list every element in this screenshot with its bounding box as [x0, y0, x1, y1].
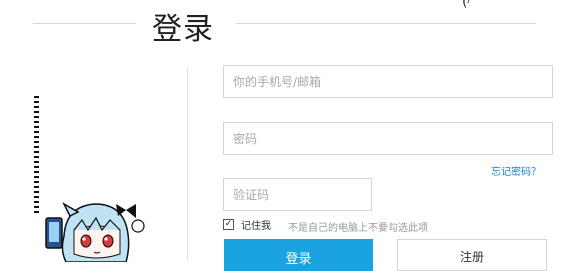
remember-label: 记住我: [241, 221, 271, 232]
phone-email-placeholder: 你的手机号/邮箱: [233, 75, 322, 89]
anime-mascot-icon: [45, 202, 145, 262]
forgot-password-link[interactable]: 忘记密码？: [491, 163, 541, 178]
remember-hint: 不是自己的电脑上不要勾选此项: [288, 223, 428, 234]
login-button[interactable]: 登录: [224, 239, 373, 271]
register-button[interactable]: 注册: [397, 239, 547, 271]
login-button-label: 登录: [285, 252, 312, 267]
checkmark-icon: ✓: [224, 219, 233, 229]
register-button-label: 注册: [459, 250, 484, 264]
phone-email-input[interactable]: 你的手机号/邮箱: [223, 65, 553, 98]
captcha-input[interactable]: 验证码: [223, 178, 372, 211]
remember-me[interactable]: ✓ 记住我: [223, 217, 271, 232]
corner-mark: (ʲʽʼ: [462, 0, 479, 10]
vertical-divider: [187, 66, 188, 262]
page-title: 登录: [152, 12, 214, 47]
title-divider-left: [33, 23, 136, 24]
remember-checkbox[interactable]: ✓: [223, 219, 234, 230]
password-placeholder: 密码: [233, 132, 258, 146]
captcha-placeholder: 验证码: [233, 188, 270, 202]
title-divider-right: [236, 23, 536, 24]
password-input[interactable]: 密码: [223, 122, 553, 155]
